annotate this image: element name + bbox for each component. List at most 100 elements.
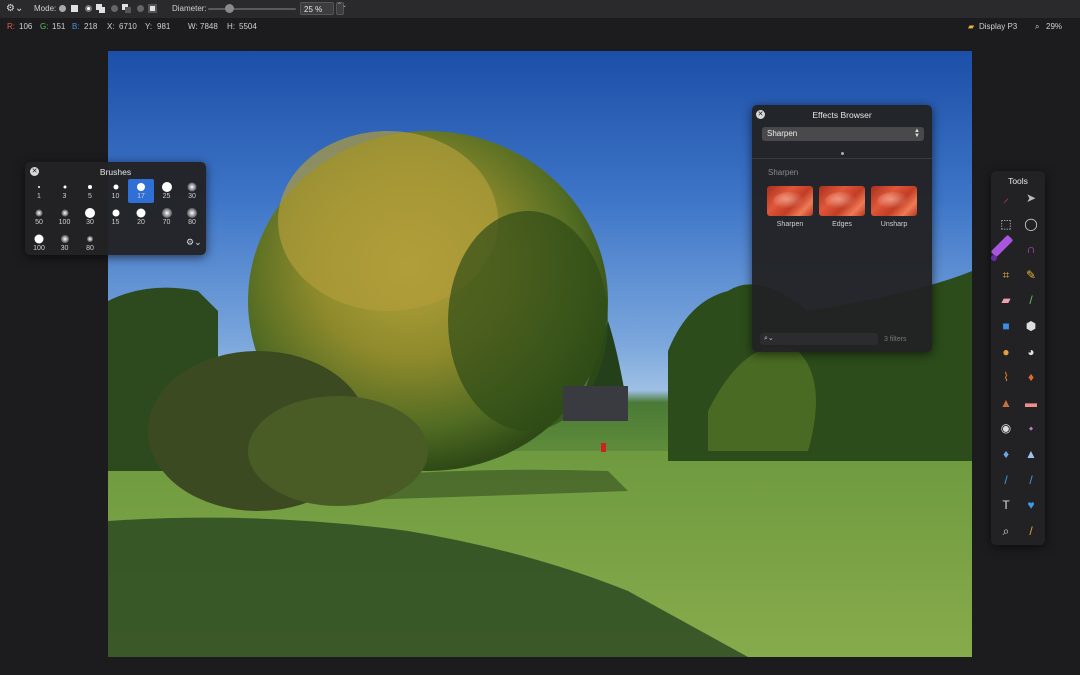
filter-count: 3 filters — [884, 336, 907, 343]
settings-gear-icon[interactable]: ⚙⌄ — [6, 3, 23, 14]
display-profile[interactable]: Display P3 — [979, 22, 1017, 31]
x-label: X: — [107, 22, 115, 31]
brush-size-label: 100 — [58, 219, 71, 226]
height-label: H: — [227, 22, 235, 31]
brush-settings-gear-icon[interactable]: ⚙⌄ — [186, 237, 202, 248]
brush-size-label: 3 — [62, 193, 67, 200]
brush-preset[interactable]: 17 — [128, 179, 154, 203]
filter-thumb-sharpen[interactable] — [767, 186, 813, 216]
effects-section-title: Sharpen — [768, 168, 799, 177]
filter-thumb-unsharp[interactable] — [871, 186, 917, 216]
magic-wand-icon[interactable]: ⸝ — [995, 187, 1017, 209]
x-value: 6710 — [119, 22, 137, 31]
text-icon[interactable]: T — [995, 494, 1017, 516]
brush-preset[interactable]: 70 — [154, 205, 180, 229]
pencil-icon[interactable]: ✎ — [1020, 264, 1042, 286]
red-eye-icon[interactable]: ◉ — [995, 417, 1017, 439]
brush-marker-icon[interactable] — [989, 231, 1021, 263]
effects-category-select[interactable]: Sharpen ▲ ▼ — [762, 127, 924, 141]
brush-tip-icon — [87, 236, 93, 242]
brush-tip-icon — [136, 208, 146, 218]
divider — [752, 158, 932, 159]
brush-size-label: 50 — [35, 219, 43, 226]
shape-rect-icon[interactable]: ■ — [995, 315, 1017, 337]
brush-preset[interactable]: 100 — [52, 205, 78, 229]
sharpen-cone-icon[interactable]: ▲ — [1020, 443, 1042, 465]
width-label: W: — [188, 22, 198, 31]
brush-size-label: 15 — [111, 219, 120, 226]
width-value: 7848 — [200, 22, 218, 31]
clone-stamp-icon[interactable]: ▲ — [995, 392, 1017, 414]
blur-icon[interactable]: ⬩ — [1020, 417, 1042, 439]
fill-bucket-icon[interactable]: ⬢ — [1020, 315, 1042, 337]
brush-preset[interactable]: 3 — [52, 179, 78, 203]
magnet-lasso-icon[interactable]: ∩ — [1020, 238, 1042, 260]
brush-preset[interactable]: 100 — [26, 231, 52, 255]
brush-preset[interactable]: 10 — [103, 179, 129, 203]
effects-category-value: Sharpen — [767, 129, 798, 138]
brush-tip-icon — [161, 208, 172, 218]
gradient-icon[interactable]: ● — [995, 341, 1017, 363]
filter-label-sharpen: Sharpen — [776, 221, 804, 228]
freeform-pen-icon[interactable]: / — [1020, 469, 1042, 491]
mode-intersect-button[interactable] — [148, 4, 157, 13]
brushes-title: Brushes — [99, 167, 132, 177]
mode-new-selection-button[interactable] — [70, 4, 79, 13]
eyedropper-icon[interactable]: / — [1020, 520, 1042, 542]
brush-size-label: 5 — [88, 193, 92, 200]
brush-size-label: 1 — [37, 193, 41, 200]
line-icon[interactable]: / — [1020, 289, 1042, 311]
brush-tip-icon — [137, 183, 145, 191]
brush-size-label: 20 — [137, 219, 145, 226]
brush-preset[interactable]: 50 — [26, 205, 52, 229]
brush-preset[interactable]: 30 — [179, 179, 205, 203]
y-label: Y: — [145, 22, 153, 31]
brush-size-label: 10 — [111, 193, 120, 200]
filter-thumb-edges[interactable] — [819, 186, 865, 216]
brush-preset[interactable]: 80 — [179, 205, 205, 229]
brush-size-label: 17 — [137, 193, 145, 200]
sharpen-drop-icon[interactable]: ♦ — [995, 443, 1017, 465]
eraser-icon[interactable]: ▰ — [995, 289, 1017, 311]
select-arrows-icon: ▲ ▼ — [914, 128, 920, 139]
brush-preset[interactable]: 30 — [77, 205, 103, 229]
burn-icon[interactable]: ♦ — [1020, 366, 1042, 388]
paint-brush-icon[interactable]: ⌇ — [995, 366, 1017, 388]
brush-preset[interactable]: 25 — [154, 179, 180, 203]
effects-title: Effects Browser — [812, 110, 872, 120]
brush-tip-icon — [113, 184, 118, 190]
brush-preset[interactable]: 15 — [103, 205, 129, 229]
mode-add-button[interactable] — [96, 4, 105, 13]
diameter-label: Diameter: — [172, 4, 207, 13]
mode-radio-button[interactable] — [84, 4, 93, 13]
zoom-icon: ⌕ — [1035, 22, 1040, 31]
brush-size-label: 30 — [60, 245, 69, 252]
brush-preset[interactable]: 80 — [77, 231, 103, 255]
zoom-value[interactable]: 29% — [1046, 22, 1062, 31]
mode-normal-button[interactable] — [58, 4, 67, 13]
diameter-slider[interactable] — [208, 8, 296, 10]
diameter-input[interactable]: 25 % — [300, 2, 334, 15]
crop-icon[interactable]: ⌗ — [995, 264, 1017, 286]
brush-preset[interactable]: 30 — [52, 231, 78, 255]
diameter-slider-knob[interactable] — [225, 4, 234, 13]
zoom-icon[interactable]: ⌕ — [995, 520, 1017, 542]
blue-label: B: — [72, 22, 80, 31]
brush-preset[interactable]: 5 — [77, 179, 103, 203]
mode-radio-3-button[interactable] — [136, 4, 145, 13]
brush-preset[interactable]: 1 — [26, 179, 52, 203]
smudge-icon[interactable]: ▬ — [1020, 392, 1042, 414]
brush-preset[interactable]: 20 — [128, 205, 154, 229]
diameter-stepper[interactable]: ⌃⌄ — [336, 2, 347, 15]
mode-radio-2-button[interactable] — [110, 4, 119, 13]
shape-heart-icon[interactable]: ♥ — [1020, 494, 1042, 516]
effects-search-input[interactable]: ⌕⌄ — [760, 333, 878, 345]
mode-subtract-button[interactable] — [122, 4, 131, 13]
ellipse-select-icon[interactable]: ◯ — [1020, 213, 1042, 235]
brushes-panel: ✕ Brushes 1 3 5 10 17 25 30 50 100 30 15 20 70 80 100 3… — [25, 162, 206, 255]
filter-label-edges: Edges — [832, 221, 852, 228]
pen-icon[interactable]: / — [995, 469, 1017, 491]
color-picker-icon[interactable]: ◕ — [1020, 341, 1042, 363]
arrow-select-icon[interactable]: ➤ — [1020, 187, 1042, 209]
mode-label: Mode: — [34, 4, 57, 13]
